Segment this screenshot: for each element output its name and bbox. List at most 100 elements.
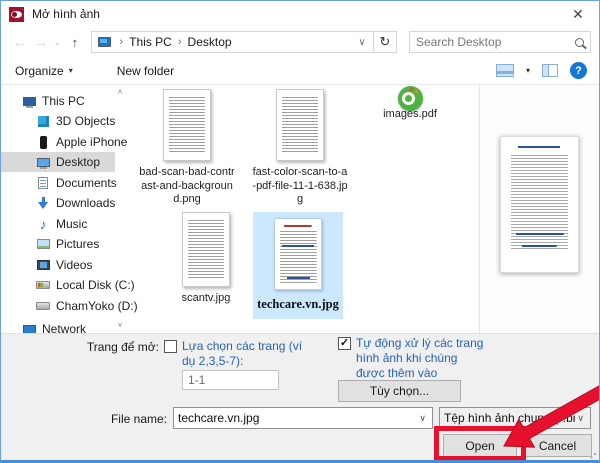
pdf-app-badge-icon: [398, 86, 423, 111]
sidebar-item-desktop[interactable]: Desktop: [1, 152, 115, 172]
sidebar-item-label: Network: [42, 322, 87, 333]
back-icon[interactable]: ←: [9, 34, 30, 50]
sidebar-item-label: Documents: [56, 176, 117, 190]
main-area: This PC 3D Objects Apple iPhone Desktop …: [1, 85, 599, 333]
forward-icon[interactable]: →: [30, 34, 51, 50]
file-type-select[interactable]: Tệp hình ảnh chung (*.bmp; *.c ∨: [439, 407, 591, 429]
this-pc-icon: [21, 96, 37, 108]
file-thumbnail: [163, 89, 211, 161]
file-thumbnail: [398, 86, 423, 111]
sidebar-item-downloads[interactable]: Downloads: [1, 193, 115, 213]
open-button[interactable]: Open: [443, 434, 517, 457]
sidebar-item-network[interactable]: Network: [1, 319, 115, 333]
up-icon[interactable]: ↑: [63, 35, 86, 50]
file-type-value: Tệp hình ảnh chung (*.bmp; *.c: [444, 411, 575, 425]
file-name-combo: ∨: [173, 407, 433, 429]
file-name-input[interactable]: [178, 411, 418, 425]
network-icon: [21, 324, 37, 333]
open-image-dialog: Mở hình ảnh ✕ ← → ⌄ ↑ › This PC › Deskto…: [0, 0, 600, 463]
chevron-down-icon: ▾: [68, 66, 73, 75]
sidebar-item-documents[interactable]: Documents: [1, 173, 117, 193]
scroll-down-icon[interactable]: ∨: [114, 320, 126, 329]
file-name-label: techcare.vn.jpg: [257, 297, 339, 311]
sidebar-item-label: Downloads: [56, 196, 116, 210]
organize-label: Organize: [15, 63, 64, 78]
preview-pane: [479, 85, 599, 333]
sidebar-item-music[interactable]: ♪ Music: [1, 214, 115, 234]
sidebar-item-videos[interactable]: Videos: [1, 255, 115, 275]
views-dropdown-icon[interactable]: ▾: [526, 66, 530, 75]
music-note-icon: ♪: [39, 216, 47, 232]
file-item-images-pdf[interactable]: images.pdf: [360, 86, 460, 122]
select-pages-label[interactable]: Lựa chọn các trang (ví dụ 2,3,5-7):: [182, 339, 314, 369]
sidebar-item-3d-objects[interactable]: 3D Objects: [1, 111, 115, 131]
crumb-separator-icon: ›: [177, 36, 182, 48]
page-range-input[interactable]: [182, 370, 279, 390]
address-dropdown-icon[interactable]: ∨: [358, 37, 368, 48]
document-icon: [35, 177, 51, 189]
views-icon[interactable]: [495, 64, 514, 77]
app-logo-icon: [9, 6, 24, 22]
sidebar-item-label: Music: [56, 217, 88, 231]
pages-to-open-label: Trang để mở:: [86, 340, 159, 354]
navigation-bar: ← → ⌄ ↑ › This PC › Desktop ∨ ↻: [1, 27, 599, 57]
phone-icon: [35, 135, 51, 149]
sidebar-item-apple-iphone[interactable]: Apple iPhone: [1, 132, 127, 152]
auto-process-checkbox[interactable]: ✓: [338, 337, 351, 350]
sidebar-item-local-disk-c[interactable]: Local Disk (C:): [1, 275, 135, 295]
resize-grip[interactable]: [587, 453, 596, 460]
sidebar-scrollbar[interactable]: ∧ ∨: [114, 85, 126, 333]
search-input[interactable]: [415, 35, 571, 49]
organize-button[interactable]: Organize ▾: [15, 64, 73, 78]
sidebar: This PC 3D Objects Apple iPhone Desktop …: [1, 85, 138, 333]
file-name-label-text: File name:: [110, 412, 167, 426]
search-icon[interactable]: [574, 37, 584, 47]
new-folder-button[interactable]: New folder: [117, 64, 174, 78]
file-thumbnail: [276, 89, 324, 161]
help-icon[interactable]: ?: [570, 62, 587, 79]
preview-pane-icon[interactable]: [542, 64, 558, 77]
file-name-label: bad-scan-bad-contrast-and-background.png: [139, 166, 235, 205]
chevron-down-icon[interactable]: ∨: [417, 413, 428, 424]
sidebar-item-pictures[interactable]: Pictures: [1, 234, 115, 254]
crumb-separator-icon: ›: [119, 36, 124, 48]
desktop-location-icon: [97, 37, 111, 47]
picture-icon: [35, 239, 51, 249]
file-list: bad-scan-bad-contrast-and-background.png…: [127, 85, 479, 333]
dialog-title: Mở hình ảnh: [32, 7, 100, 21]
sidebar-item-label: Videos: [56, 258, 93, 272]
breadcrumb[interactable]: › This PC › Desktop ∨: [90, 31, 374, 53]
file-item-scantv[interactable]: scantv.jpg: [156, 212, 256, 306]
chevron-down-icon: ∨: [577, 412, 584, 423]
history-chevron-icon[interactable]: ⌄: [52, 37, 64, 48]
download-arrow-icon: [35, 196, 51, 210]
sidebar-item-chamyoko-d[interactable]: ChamYoko (D:): [1, 296, 138, 316]
disk-icon: [35, 281, 51, 289]
file-thumbnail: [274, 218, 322, 290]
close-button[interactable]: ✕: [557, 1, 599, 27]
preview-document-page: [500, 136, 579, 273]
file-item-bad-scan[interactable]: bad-scan-bad-contrast-and-background.png: [137, 89, 237, 207]
search-box: [408, 31, 591, 53]
bottom-panel: Trang để mở: Lựa chọn các trang (ví dụ 2…: [1, 333, 599, 460]
breadcrumb-this-pc[interactable]: This PC: [129, 35, 172, 49]
breadcrumb-desktop[interactable]: Desktop: [188, 35, 232, 49]
sidebar-item-this-pc[interactable]: This PC: [1, 91, 115, 111]
sidebar-item-label: 3D Objects: [56, 114, 116, 128]
title-bar: Mở hình ảnh ✕: [1, 1, 599, 27]
file-item-techcare-selected[interactable]: techcare.vn.jpg: [253, 212, 343, 319]
disk-icon: [35, 302, 51, 310]
auto-process-label[interactable]: Tự động xử lý các trang hình ảnh khi chú…: [356, 336, 484, 381]
sidebar-item-label: Pictures: [56, 237, 100, 251]
select-pages-checkbox[interactable]: [164, 340, 177, 353]
scroll-up-icon[interactable]: ∧: [114, 87, 126, 96]
toolbar-right: ▾ ?: [495, 62, 599, 79]
monitor-icon: [35, 157, 51, 169]
options-button[interactable]: Tùy chọn...: [338, 380, 461, 402]
file-item-fast-color-scan[interactable]: fast-color-scan-to-a-pdf-file-11-1-638.j…: [250, 89, 350, 207]
file-name-label: fast-color-scan-to-a-pdf-file-11-1-638.j…: [252, 166, 348, 205]
cancel-button[interactable]: Cancel: [523, 434, 592, 457]
sidebar-item-label: Desktop: [56, 155, 101, 169]
file-name-label: scantv.jpg: [181, 292, 231, 304]
refresh-icon[interactable]: ↻: [373, 31, 397, 53]
